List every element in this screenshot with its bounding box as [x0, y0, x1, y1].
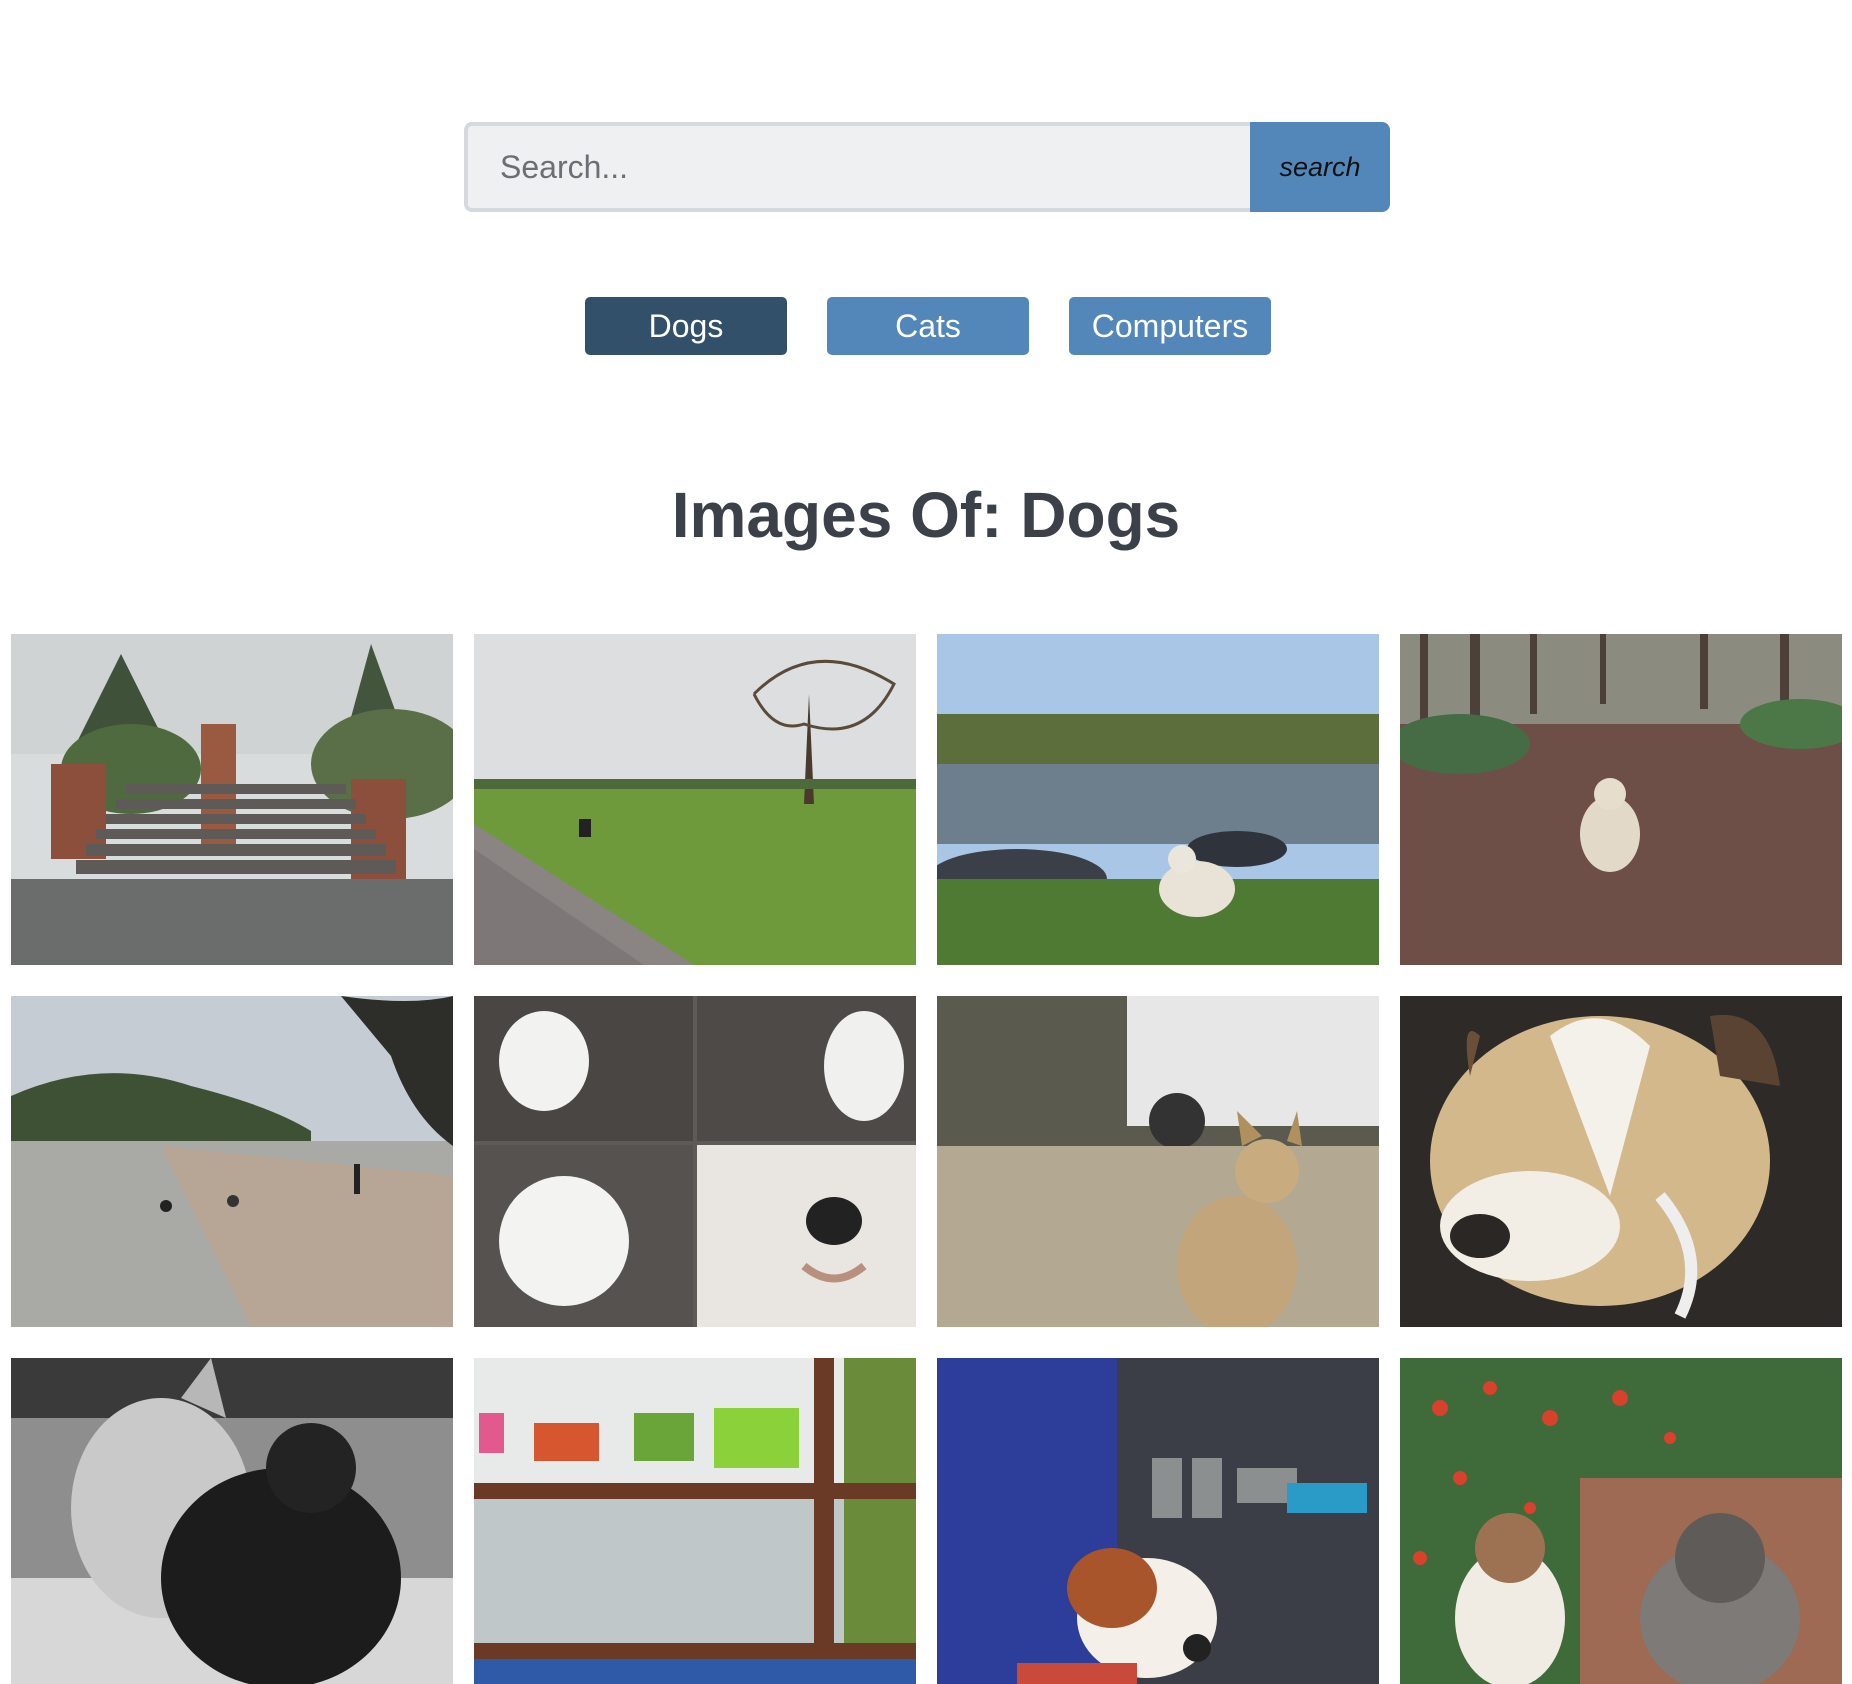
dog-vests-store-photo[interactable] [474, 1358, 916, 1684]
bw-two-dogs-photo[interactable] [11, 1358, 453, 1684]
lake-dog-image [937, 634, 1379, 965]
toy-dog-photo[interactable] [937, 1358, 1379, 1684]
beach-dogs-photo[interactable] [11, 996, 453, 1327]
garden-stairs-image [11, 634, 453, 965]
garden-stairs-photo[interactable] [11, 634, 453, 965]
pitbull-closeup-image [1400, 996, 1842, 1327]
page-title: Images Of: Dogs [671, 479, 1181, 551]
forest-leaves-dog-image [1400, 634, 1842, 965]
beach-dogs-image [11, 996, 453, 1327]
flowers-two-dogs-photo[interactable] [1400, 1358, 1842, 1684]
lake-dog-photo[interactable] [937, 634, 1379, 965]
tag-button-computers[interactable]: Computers [1069, 297, 1271, 355]
tag-button-cats[interactable]: Cats [827, 297, 1029, 355]
sheepdog-collage-photo[interactable] [474, 996, 916, 1327]
pitbull-closeup-photo[interactable] [1400, 996, 1842, 1327]
search-button[interactable]: search [1250, 122, 1390, 212]
forest-leaves-dog-photo[interactable] [1400, 634, 1842, 965]
park-path-photo[interactable] [474, 634, 916, 965]
tag-button-dogs[interactable]: Dogs [585, 297, 787, 355]
sheepdog-collage-image [474, 996, 916, 1327]
street-dog-photo[interactable] [937, 996, 1379, 1327]
park-path-image [474, 634, 916, 965]
flowers-two-dogs-image [1400, 1358, 1842, 1684]
search-input[interactable] [464, 122, 1250, 212]
search-form: search [464, 122, 1390, 212]
bw-two-dogs-image [11, 1358, 453, 1684]
image-gallery [11, 634, 1845, 1684]
tag-filter-bar: Dogs Cats Computers [0, 297, 1852, 355]
dog-vests-store-image [474, 1358, 916, 1684]
toy-dog-image [937, 1358, 1379, 1684]
street-dog-image [937, 996, 1379, 1327]
